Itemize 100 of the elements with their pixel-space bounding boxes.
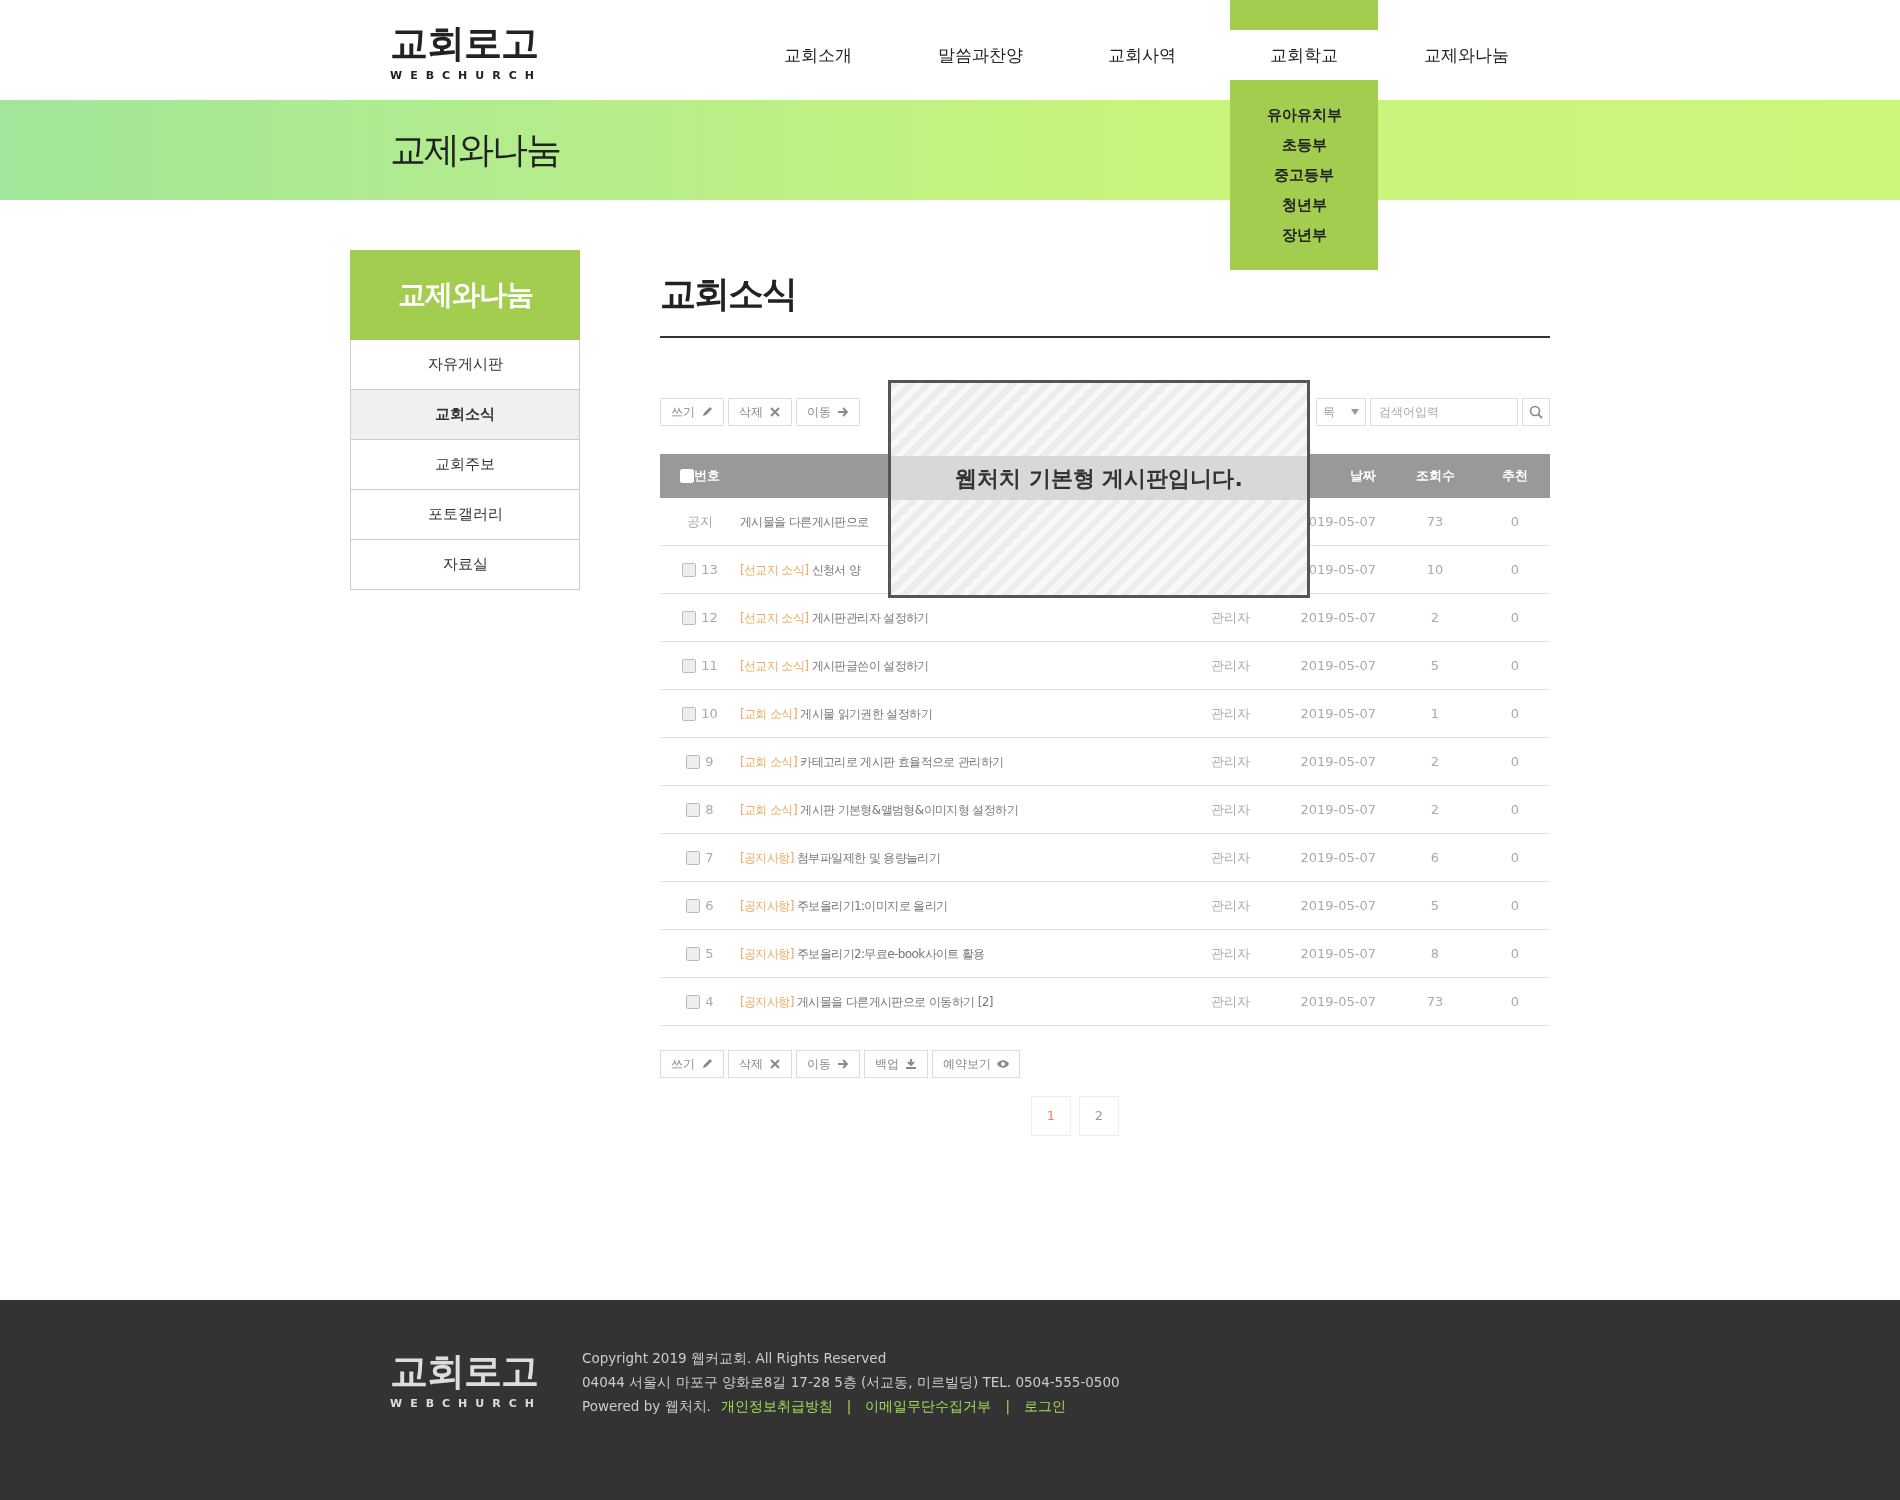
checkbox[interactable] [686,754,701,769]
close-icon [769,406,781,418]
post-title-link[interactable]: 게시물을 다른게시판으로 [740,514,869,529]
checkbox[interactable] [682,562,697,577]
arrow-right-icon [837,1058,849,1070]
view-count: 2 [1430,609,1440,625]
toolbar-button[interactable]: 삭제 [728,398,792,426]
post-date: 2019-05-07 [1300,801,1376,817]
dropdown-item[interactable]: 초등부 [1281,134,1327,164]
checkbox[interactable] [682,658,697,673]
author-name: 관리자 [1210,801,1250,817]
post-number: 9 [705,752,714,771]
banner-title: 교제와나눔 [390,128,560,172]
nav-link[interactable]: 말씀과찬양 [937,43,1023,69]
post-title-link[interactable]: [교회 소식] 카테고리로 게시판 효율적으로 관리하기 [740,754,1004,769]
dropdown-item[interactable]: 장년부 [1281,224,1327,254]
page-link[interactable]: 1 [1031,1096,1071,1136]
view-count: 2 [1430,753,1440,769]
sidebar-item[interactable]: 자료실 [350,540,580,590]
post-number: 10 [701,704,718,723]
post-number: 7 [705,848,714,867]
author-name: 관리자 [1210,945,1250,961]
recommend-count: 0 [1510,849,1520,865]
select-value: 목 [1323,404,1335,421]
author-name: 관리자 [1210,849,1250,865]
toolbar-button[interactable]: 예약보기 [932,1050,1020,1078]
footer-link[interactable]: 개인정보취급방침 [720,1394,833,1418]
nav-link[interactable]: 교회학교 [1270,43,1338,69]
post-title-link[interactable]: [공지사항] 주보올리기1:이미지로 올리기 [740,898,948,913]
post-date: 2019-05-07 [1300,705,1376,721]
post-number: 12 [701,608,718,627]
search-field[interactable]: 검색어입력 [1370,398,1518,426]
sidebar-title: 교제와나눔 [350,250,580,340]
recommend-count: 0 [1510,609,1520,625]
recommend-count: 0 [1510,657,1520,673]
checkbox[interactable] [682,706,697,721]
footer-link[interactable]: 이메일무단수집거부 [865,1394,992,1418]
post-title-link[interactable]: [선교지 소식] 게시판글쓴이 설정하기 [740,658,929,673]
recommend-count: 0 [1510,801,1520,817]
nav-link[interactable]: 교회사역 [1108,43,1176,69]
post-date: 019-05-07 [1308,561,1376,577]
post-number: 13 [701,560,718,579]
post-title-link[interactable]: [교회 소식] 게시물 읽기권한 설정하기 [740,706,933,721]
dropdown-item[interactable]: 중고등부 [1274,164,1334,194]
post-title-link[interactable]: [선교지 소식] 신청서 양 [740,562,861,577]
popup-message: 웹처치 기본형 게시판입니다. [891,456,1307,500]
column-header: 추천 [1502,468,1528,484]
post-title-link[interactable]: [공지사항] 게시물을 다른게시판으로 이동하기 [2] [740,994,993,1009]
view-count: 5 [1430,897,1440,913]
checkbox[interactable] [686,946,701,961]
post-date: 2019-05-07 [1300,753,1376,769]
post-title-link[interactable]: [공지사항] 첨부파일제한 및 용량늘리기 [740,850,941,865]
sidebar-item[interactable]: 교회주보 [350,440,580,490]
search-select[interactable]: 목 [1316,398,1366,426]
post-title-link[interactable]: [공지사항] 주보올리기2:무료e-book사이트 활용 [740,946,985,961]
toolbar-button[interactable]: 이동 [796,1050,860,1078]
post-number: 4 [705,992,714,1011]
dropdown-item[interactable]: 청년부 [1281,194,1327,224]
view-count: 2 [1430,801,1440,817]
toolbar-button[interactable]: 백업 [864,1050,928,1078]
view-count: 10 [1426,561,1444,577]
author-name: 관리자 [1210,753,1250,769]
post-date: 2019-05-07 [1300,849,1376,865]
sidebar-item[interactable]: 교회소식 [350,390,580,440]
toolbar-button[interactable]: 이동 [796,398,860,426]
toolbar-button[interactable]: 쓰기 [660,398,724,426]
checkbox[interactable] [682,610,697,625]
sidebar-item[interactable]: 포토갤러리 [350,490,580,540]
author-name: 관리자 [1210,993,1250,1009]
eye-icon [997,1058,1009,1070]
pencil-icon [701,406,713,418]
link-separator: | [846,1397,852,1417]
checkbox[interactable] [686,898,701,913]
recommend-count: 0 [1510,897,1520,913]
toolbar-button[interactable]: 삭제 [728,1050,792,1078]
checkbox[interactable] [686,850,701,865]
logo-text[interactable]: 교회로고 [390,24,542,62]
checkbox[interactable] [686,802,701,817]
post-date: 2019-05-07 [1300,609,1376,625]
nav-link[interactable]: 교회소개 [784,43,852,69]
post-date: 2019-05-07 [1300,657,1376,673]
checkbox[interactable] [686,994,701,1009]
logo-subtitle: WEBCHURCH [390,68,542,84]
dropdown-item[interactable]: 유아유치부 [1266,104,1342,134]
view-count: 8 [1430,945,1440,961]
view-count: 1 [1430,705,1440,721]
page-link[interactable]: 2 [1079,1096,1119,1136]
post-title-link[interactable]: [선교지 소식] 게시판관리자 설정하기 [740,610,929,625]
footer-link[interactable]: 로그인 [1023,1394,1066,1418]
notice-label: 공지 [687,512,713,531]
toolbar-button[interactable]: 쓰기 [660,1050,724,1078]
post-title-link[interactable]: [교회 소식] 게시판 기본형&앨범형&이미지형 설정하기 [740,802,1018,817]
search-button[interactable] [1522,398,1550,426]
view-count: 73 [1426,993,1444,1009]
footer-logo-subtitle: WEBCHURCH [390,1396,542,1412]
nav-link[interactable]: 교제와나눔 [1423,43,1509,69]
post-date: 2019-05-07 [1300,945,1376,961]
pencil-icon [701,1058,713,1070]
column-header: 번호 [694,467,720,486]
recommend-count: 0 [1510,993,1520,1009]
